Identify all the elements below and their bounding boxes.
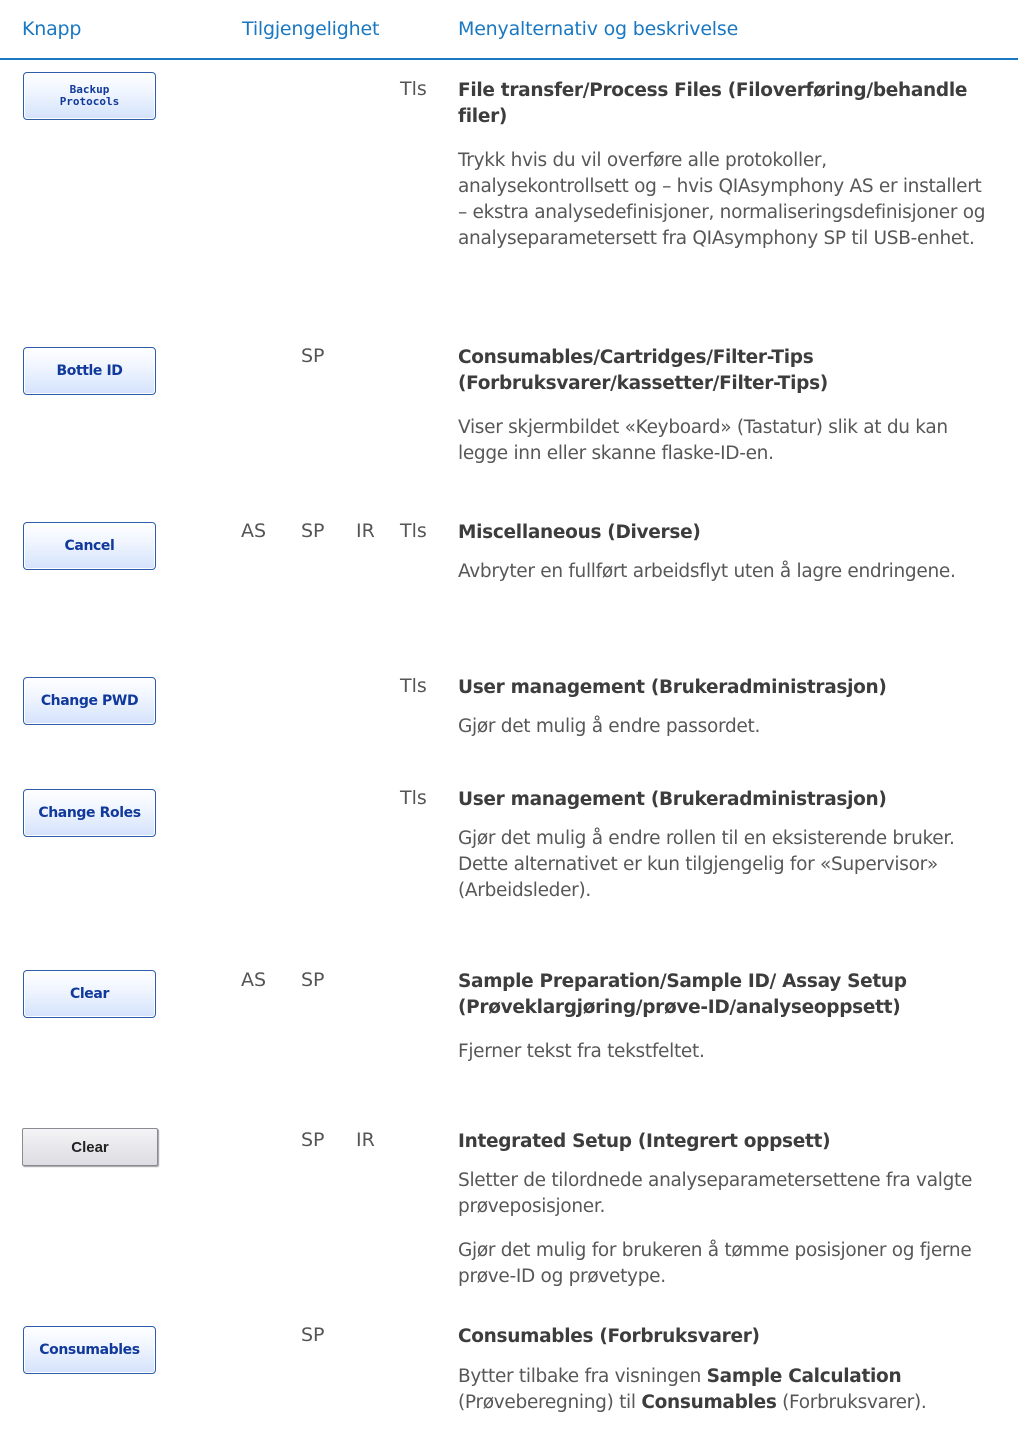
availability-tls: Tls xyxy=(400,787,427,809)
availability-tls: Tls xyxy=(400,520,427,542)
clear-integrated-button[interactable]: Clear xyxy=(22,1128,158,1166)
change-roles-button[interactable]: Change Roles xyxy=(23,789,156,837)
header-button-column: Knapp xyxy=(22,18,82,40)
backup-protocols-button[interactable]: Backup Protocols xyxy=(23,72,156,120)
menu-option: Consumables/Cartridges/Filter-Tips (Forb… xyxy=(458,347,828,394)
availability-tls: Tls xyxy=(400,675,427,697)
availability-ir: IR xyxy=(356,1129,375,1151)
clear-button[interactable]: Clear xyxy=(23,970,156,1018)
availability-sp: SP xyxy=(301,1129,325,1151)
consumables-button[interactable]: Consumables xyxy=(23,1326,156,1374)
description: Avbryter en fullført arbeidsflyt uten å … xyxy=(458,561,956,582)
availability-sp: SP xyxy=(301,1324,325,1346)
description: Trykk hvis du vil overføre alle protokol… xyxy=(458,150,986,249)
menu-option: File transfer/Process Files (Filoverføri… xyxy=(458,80,968,127)
description: Fjerner tekst fra tekstfeltet. xyxy=(458,1041,705,1062)
availability-as: AS xyxy=(241,520,267,542)
description: Bytter tilbake fra visningen Sample Calc… xyxy=(458,1364,988,1416)
description: Viser skjermbildet «Keyboard» (Tastatur)… xyxy=(458,417,948,464)
change-pwd-button[interactable]: Change PWD xyxy=(23,677,156,725)
description-text: (Forbruksvarer). xyxy=(776,1392,927,1413)
table-header: Knapp Tilgjengelighet Menyalternativ og … xyxy=(0,0,1018,58)
menu-option: User management (Brukeradministrasjon) xyxy=(458,677,887,698)
cancel-button[interactable]: Cancel xyxy=(23,522,156,570)
menu-option: User management (Brukeradministrasjon) xyxy=(458,789,887,810)
menu-option: Consumables (Forbruksvarer) xyxy=(458,1326,760,1347)
availability-tls: Tls xyxy=(400,78,427,100)
availability-sp: SP xyxy=(301,345,325,367)
description: Gjør det mulig å endre rollen til en eks… xyxy=(458,828,955,901)
availability-sp: SP xyxy=(301,520,325,542)
bottle-id-button[interactable]: Bottle ID xyxy=(23,347,156,395)
availability-ir: IR xyxy=(356,520,375,542)
menu-option: Sample Preparation/Sample ID/ Assay Setu… xyxy=(458,971,907,1018)
header-availability-column: Tilgjengelighet xyxy=(242,18,380,40)
description-bold-term: Sample Calculation xyxy=(706,1366,902,1387)
header-menu-column: Menyalternativ og beskrivelse xyxy=(458,18,739,40)
description: Sletter de tilordnede analyseparameterse… xyxy=(458,1170,973,1217)
availability-sp: SP xyxy=(301,969,325,991)
description-text: Bytter tilbake fra visningen xyxy=(458,1366,707,1387)
menu-option: Integrated Setup (Integrert oppsett) xyxy=(458,1131,831,1152)
menu-option: Miscellaneous (Diverse) xyxy=(458,522,701,543)
header-divider xyxy=(0,58,1018,60)
availability-as: AS xyxy=(241,969,267,991)
description: Gjør det mulig for brukeren å tømme posi… xyxy=(458,1240,972,1287)
description-bold-term: Consumables xyxy=(641,1392,777,1413)
description: Gjør det mulig å endre passordet. xyxy=(458,716,761,737)
description-text: (Prøveberegning) til xyxy=(458,1392,642,1413)
